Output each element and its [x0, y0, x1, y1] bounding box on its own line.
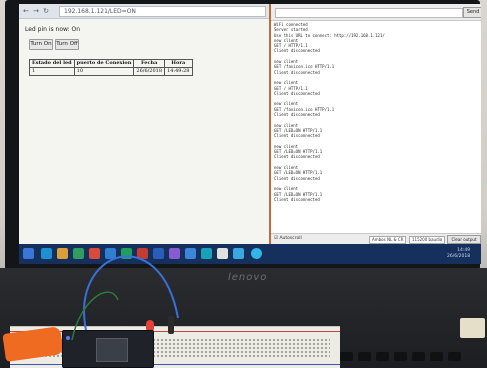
blue-jumper-wire [83, 255, 179, 331]
photo-scene: ← → ↻ 192.168.1.121/LED=ON Led pin is no… [0, 0, 487, 368]
green-jumper-wire [71, 291, 119, 341]
jumper-wires [71, 255, 179, 341]
